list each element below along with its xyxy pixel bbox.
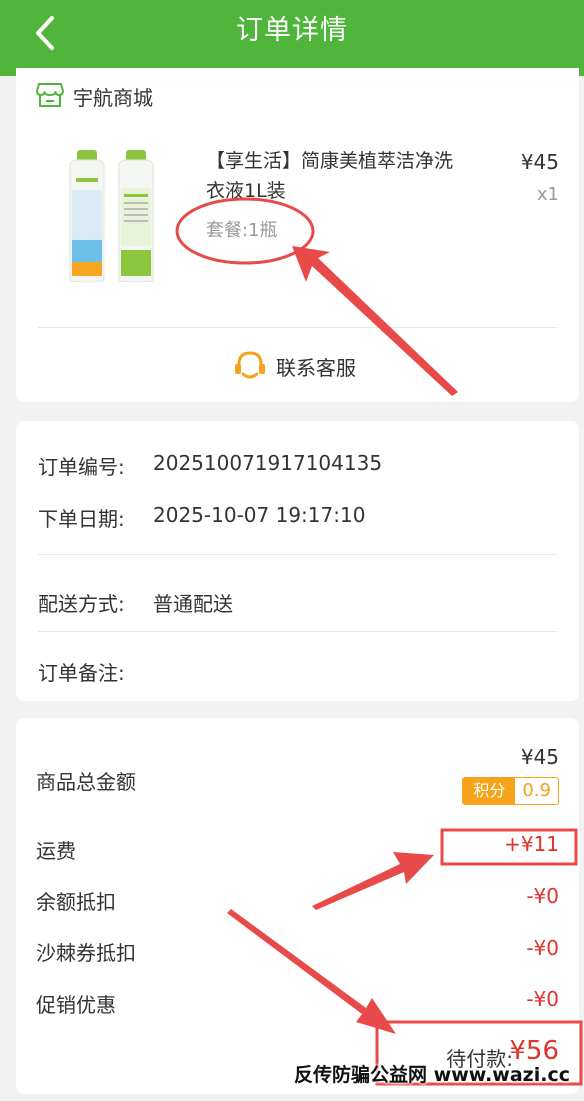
- divider: [38, 554, 557, 555]
- store-icon: [36, 83, 64, 107]
- headset-icon: [235, 351, 265, 379]
- contact-service-label: 联系客服: [276, 355, 356, 380]
- product-spec: 套餐:1瓶: [206, 220, 278, 241]
- divider: [38, 631, 557, 632]
- promotion-value: -¥0: [526, 987, 559, 1011]
- balance-deduction-label: 余额抵扣: [36, 890, 116, 914]
- shipping-label: 运费: [36, 839, 76, 863]
- shipping-value: +¥11: [504, 832, 559, 856]
- product-card: 宇航商城 【享生活】简康美植萃洁净洗衣液1L装 套餐:1瓶 ¥45 x1 联系客…: [16, 68, 579, 402]
- goods-total-label: 商品总金额: [36, 770, 136, 794]
- payment-summary-card: 商品总金额 ¥45 积分 0.9 运费 +¥11 余额抵扣 -¥0 沙棘券抵扣 …: [16, 718, 579, 1094]
- product-quantity: x1: [536, 184, 559, 205]
- order-number-value[interactable]: 20251007191710413​5: [153, 451, 382, 475]
- contact-service-button[interactable]: 联系客服: [232, 348, 356, 384]
- promotion-label: 促销优惠: [36, 993, 116, 1017]
- order-note-label: 订单备注:: [38, 661, 125, 685]
- order-date-value: 2025-10-07 19:17:10: [153, 503, 366, 527]
- order-number-label: 订单编号:: [38, 455, 125, 479]
- voucher-deduction-value: -¥0: [526, 936, 559, 960]
- delivery-method-label: 配送方式:: [38, 592, 125, 616]
- delivery-method-value: 普通配送: [153, 592, 233, 616]
- header-bar: 订单详情: [0, 0, 584, 76]
- watermark-text: 反传防骗公益网 www.wazi.cc: [294, 1064, 570, 1086]
- product-price: ¥45: [520, 150, 559, 174]
- voucher-deduction-label: 沙棘券抵扣: [36, 941, 136, 965]
- store-name[interactable]: 宇航商城: [73, 82, 153, 111]
- points-badge: 积分 0.9: [462, 777, 559, 805]
- order-info-card: 订单编号: 20251007191710413​5 下单日期: 2025-10-…: [16, 421, 579, 701]
- page-title: 订单详情: [236, 15, 348, 46]
- order-date-label: 下单日期:: [38, 507, 125, 531]
- product-title[interactable]: 【享生活】简康美植萃洁净洗衣液1L装: [206, 146, 456, 206]
- points-value: 0.9: [522, 780, 551, 801]
- balance-deduction-value: -¥0: [526, 884, 559, 908]
- points-label: 积分: [463, 778, 516, 804]
- divider: [38, 327, 557, 328]
- goods-total-value: ¥45: [520, 745, 559, 769]
- product-image[interactable]: [64, 150, 160, 282]
